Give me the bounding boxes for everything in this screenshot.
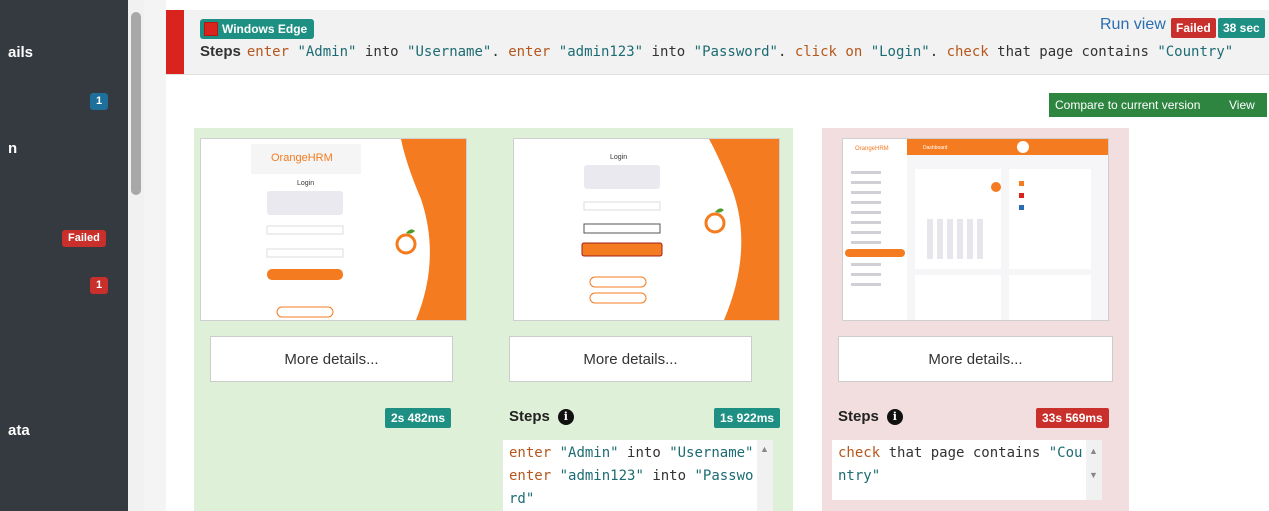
environment-badge: Windows Edge [200, 19, 315, 39]
scroll-up-icon[interactable]: ▲ [760, 444, 769, 454]
step-text [550, 44, 558, 60]
step-text [551, 468, 559, 484]
failed-badge: Failed [62, 230, 106, 247]
step-keyword: enter [508, 44, 551, 60]
sidebar-label-data[interactable]: ata [8, 422, 30, 439]
step-value: "Country" [1157, 44, 1234, 60]
steps-heading: Steps i [509, 408, 574, 425]
dashboard-title: Dashboard [923, 145, 948, 151]
step-value: "Username" [407, 44, 492, 60]
screenshot-card-failed: OrangeHRM Dashboard More details... Step… [822, 128, 1129, 511]
brand-text: OrangeHRM [855, 146, 889, 152]
view-button[interactable]: View [1223, 93, 1267, 117]
step-text [862, 44, 870, 60]
step-text: into [618, 445, 670, 461]
status-badge: Failed [1171, 18, 1216, 38]
screenshot-card: OrangeHRM Login More details... 2s 482ms [194, 128, 494, 511]
step-value: "Username" [669, 445, 754, 461]
step-text: into [356, 44, 408, 60]
duration-badge: 2s 482ms [385, 408, 452, 428]
step-text: into [643, 468, 695, 484]
screenshot-thumbnail[interactable]: OrangeHRM Dashboard [842, 138, 1109, 321]
step-keyword: enter [246, 44, 290, 60]
test-run-header: Windows Edge Steps enter "Admin" into "Us… [166, 10, 1269, 75]
steps-text: enter "Admin" into "Username". enter "ad… [247, 44, 1233, 60]
step-keyword: enter [509, 445, 552, 461]
brand-text: OrangeHRM [271, 152, 333, 164]
scroll-up-icon[interactable]: ▲ [1089, 446, 1098, 456]
step-value: "admin123" [559, 468, 644, 484]
count-badge: 1 [90, 93, 109, 110]
steps-code: check that page contains "Country" [838, 442, 1084, 488]
step-value: "Admin" [297, 44, 357, 60]
screenshot-card: Login More details... Steps i 1s 922ms en… [493, 128, 793, 511]
step-keyword: check [946, 44, 989, 60]
duration-badge: 38 sec [1218, 18, 1265, 38]
sidebar-scroll-thumb[interactable] [131, 12, 141, 195]
code-scrollbar[interactable]: ▲ [757, 440, 773, 511]
steps-code: enter "Admin" into "Username" enter "adm… [509, 442, 755, 511]
sidebar: ails 1 n Failed 1 ata [0, 0, 128, 511]
duration-badge: 1s 922ms [714, 408, 781, 428]
login-title: Login [297, 180, 314, 187]
steps-code-box[interactable]: check that page contains "Country" ▲ ▼ [832, 440, 1102, 500]
duration-badge-failed: 33s 569ms [1036, 408, 1109, 428]
more-details-button[interactable]: More details... [509, 336, 752, 382]
compare-button[interactable]: Compare to current version [1049, 93, 1231, 117]
step-text: . [929, 44, 947, 60]
step-keyword: check [838, 445, 881, 461]
steps-label: Steps [509, 408, 550, 425]
scroll-down-icon[interactable]: ▼ [1089, 470, 1098, 480]
step-value: "admin123" [558, 44, 644, 60]
failed-status-stripe [166, 10, 184, 74]
steps-label: Steps [200, 43, 241, 60]
step-keyword: enter [509, 468, 552, 484]
step-value: "Admin" [559, 445, 619, 461]
steps-heading: Steps i [838, 408, 903, 425]
step-text: that page contains [880, 445, 1049, 461]
step-text: . [777, 44, 795, 60]
gutter [144, 0, 166, 511]
step-keyword: click on [794, 44, 863, 60]
screenshot-thumbnail[interactable]: Login [513, 138, 780, 321]
steps-label: Steps [838, 408, 879, 425]
info-icon[interactable]: i [557, 408, 574, 425]
screenshot-thumbnail[interactable]: OrangeHRM Login [200, 138, 467, 321]
steps-code-box[interactable]: enter "Admin" into "Username" enter "adm… [503, 440, 773, 511]
more-details-button[interactable]: More details... [210, 336, 453, 382]
step-text: into [643, 44, 694, 60]
step-text: that page contains [988, 44, 1158, 60]
login-title: Login [610, 154, 627, 161]
sidebar-label-run[interactable]: n [8, 140, 17, 157]
step-text [551, 445, 559, 461]
code-scrollbar[interactable]: ▲ ▼ [1086, 440, 1102, 500]
steps-summary: Steps enter "Admin" into "Username". ente… [200, 43, 1233, 60]
run-view-link[interactable]: Run view [1100, 16, 1166, 34]
step-value: "Login" [870, 44, 930, 60]
failed-count-badge: 1 [90, 277, 109, 294]
more-details-button[interactable]: More details... [838, 336, 1113, 382]
step-text: . [491, 44, 509, 60]
edge-icon [204, 22, 218, 36]
sidebar-label-details[interactable]: ails [8, 44, 33, 61]
info-icon[interactable]: i [886, 408, 903, 425]
step-value: "Password" [693, 44, 778, 60]
environment-label: Windows Edge [222, 22, 308, 36]
